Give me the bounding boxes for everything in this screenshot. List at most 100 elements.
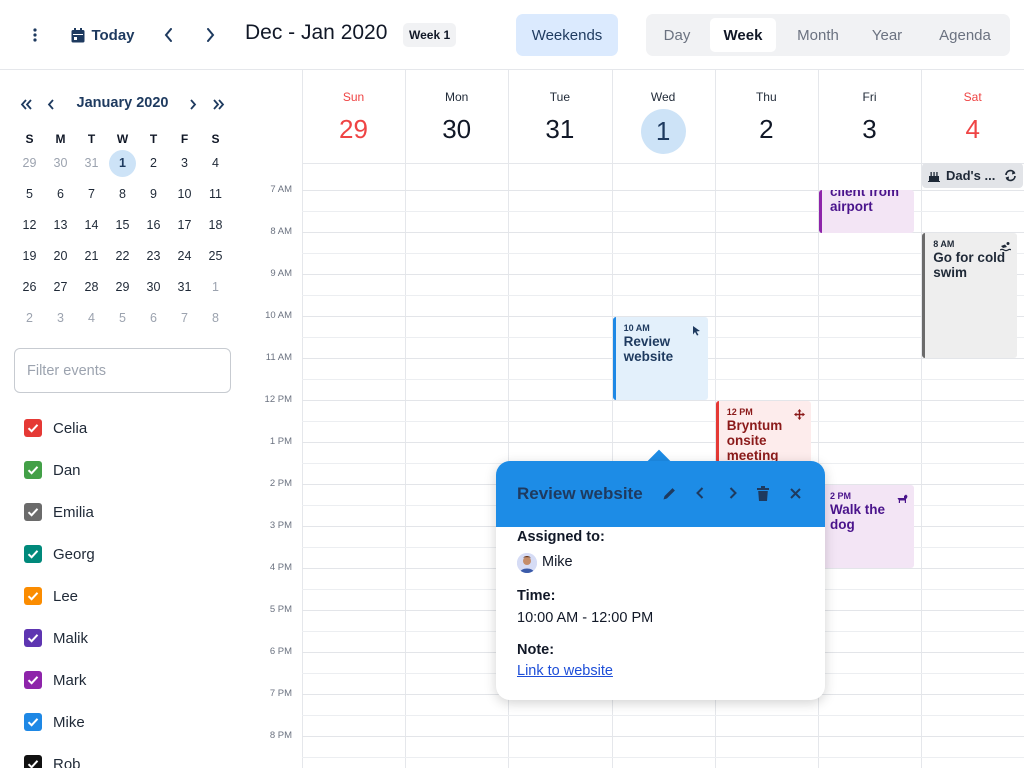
date-picker-day[interactable]: 8 [107,181,138,208]
date-picker-day[interactable]: 25 [200,243,231,270]
close-popup-button[interactable] [786,484,804,502]
previous-year-button[interactable] [18,92,34,116]
date-picker-day[interactable]: 4 [76,305,107,332]
date-picker-day[interactable]: 5 [14,181,45,208]
date-picker-day[interactable]: 1 [109,150,136,177]
next-period-button[interactable] [200,22,220,48]
checkbox-checked-icon[interactable] [24,419,42,437]
checkbox-checked-icon[interactable] [24,503,42,521]
day-column-header[interactable]: Sun 29 [302,70,405,163]
date-picker-day[interactable]: 6 [45,181,76,208]
date-picker-day[interactable]: 9 [138,181,169,208]
date-picker-day[interactable]: 1 [200,274,231,301]
date-picker-day[interactable]: 3 [45,305,76,332]
day-column-header[interactable]: Tue 31 [508,70,611,163]
resource-filter-item[interactable]: Lee [24,585,78,607]
checkbox-checked-icon[interactable] [24,545,42,563]
previous-month-button[interactable] [43,92,59,116]
next-event-button[interactable] [724,484,742,502]
resource-filter-item[interactable]: Mark [24,669,86,691]
date-picker-day[interactable]: 22 [107,243,138,270]
date-picker-day[interactable]: 16 [138,212,169,239]
today-button[interactable]: Today [66,22,140,48]
all-day-event[interactable]: Dad's ... [922,163,1023,188]
date-picker-day[interactable]: 26 [14,274,45,301]
view-mode-agenda-button[interactable]: Agenda [924,18,1006,52]
date-picker-day[interactable]: 23 [138,243,169,270]
edit-event-button[interactable] [660,484,678,502]
calendar-event[interactable]: 2 PM Walk the dog [819,485,914,568]
date-picker-day[interactable]: 12 [14,212,45,239]
date-picker-day[interactable]: 14 [76,212,107,239]
week-number-badge: Week 1 [403,23,457,47]
view-mode-year-button[interactable]: Year [864,18,910,52]
date-picker-day[interactable]: 29 [107,274,138,301]
checkbox-checked-icon[interactable] [24,671,42,689]
view-mode-week-button[interactable]: Week [710,18,776,52]
date-picker-day[interactable]: 8 [200,305,231,332]
date-picker-day[interactable]: 2 [14,305,45,332]
day-column-header[interactable]: Wed 1 [612,70,715,163]
date-picker-day[interactable]: 6 [138,305,169,332]
filter-events-input[interactable] [14,348,231,393]
next-year-button[interactable] [210,92,226,116]
date-picker-day[interactable]: 27 [45,274,76,301]
checkbox-checked-icon[interactable] [24,461,42,479]
checkbox-checked-icon[interactable] [24,713,42,731]
checkmark-icon [27,550,39,559]
resource-filter-item[interactable]: Dan [24,459,81,481]
calendar-event[interactable]: 8 AM Go for cold swim [922,233,1018,358]
today-label: Today [91,26,135,44]
day-column-header[interactable]: Fri 3 [818,70,921,163]
date-picker-day[interactable]: 15 [107,212,138,239]
date-picker-day[interactable]: 4 [200,150,231,177]
date-picker-day[interactable]: 31 [76,150,107,177]
date-picker-day[interactable]: 11 [200,181,231,208]
view-mode-month-button[interactable]: Month [782,18,854,52]
date-picker-day[interactable]: 30 [138,274,169,301]
date-picker-day[interactable]: 28 [76,274,107,301]
previous-period-button[interactable] [158,22,178,48]
date-picker-day[interactable]: 17 [169,212,200,239]
date-picker-day[interactable]: 18 [200,212,231,239]
date-picker-day[interactable]: 7 [76,181,107,208]
date-picker-day[interactable]: 3 [169,150,200,177]
date-picker-day[interactable]: 19 [14,243,45,270]
next-month-button[interactable] [185,92,201,116]
calendar-event[interactable]: 12 PM Bryntum onsite meeting [715,401,811,463]
day-number: 29 [339,114,368,144]
checkbox-checked-icon[interactable] [24,629,42,647]
view-mode-day-button[interactable]: Day [650,18,704,52]
resource-filter-item[interactable]: Georg [24,543,95,565]
date-picker-day[interactable]: 7 [169,305,200,332]
calendar-event[interactable]: client from airport [819,190,914,233]
date-picker-day[interactable]: 10 [169,181,200,208]
day-column-header[interactable]: Mon 30 [405,70,508,163]
date-picker-day[interactable]: 30 [45,150,76,177]
resource-filter-item[interactable]: Emilia [24,501,94,523]
more-menu-button[interactable] [26,22,44,48]
date-picker-day[interactable]: 21 [76,243,107,270]
previous-event-button[interactable] [691,484,709,502]
resource-filter-item[interactable]: Mike [24,711,85,733]
date-picker-day[interactable]: 5 [107,305,138,332]
date-picker-day[interactable]: 2 [138,150,169,177]
date-picker-day[interactable]: 13 [45,212,76,239]
date-picker-day[interactable]: 29 [14,150,45,177]
date-picker-month-title[interactable]: January 2020 [74,95,171,111]
date-picker-day[interactable]: 24 [169,243,200,270]
calendar-event[interactable]: 10 AM Review website [612,317,708,400]
day-column-header[interactable]: Thu 2 [715,70,818,163]
checkmark-icon [27,592,39,601]
checkbox-checked-icon[interactable] [24,587,42,605]
date-picker-day[interactable]: 20 [45,243,76,270]
resource-filter-item[interactable]: Malik [24,627,88,649]
note-link[interactable]: Link to website [517,663,613,679]
day-column-header[interactable]: Sat 4 [921,70,1024,163]
delete-event-button[interactable] [754,484,772,502]
date-picker-day[interactable]: 31 [169,274,200,301]
checkbox-checked-icon[interactable] [24,755,42,768]
weekends-toggle-button[interactable]: Weekends [516,14,618,56]
resource-filter-item[interactable]: Celia [24,417,87,439]
resource-filter-item[interactable]: Rob [24,753,81,768]
